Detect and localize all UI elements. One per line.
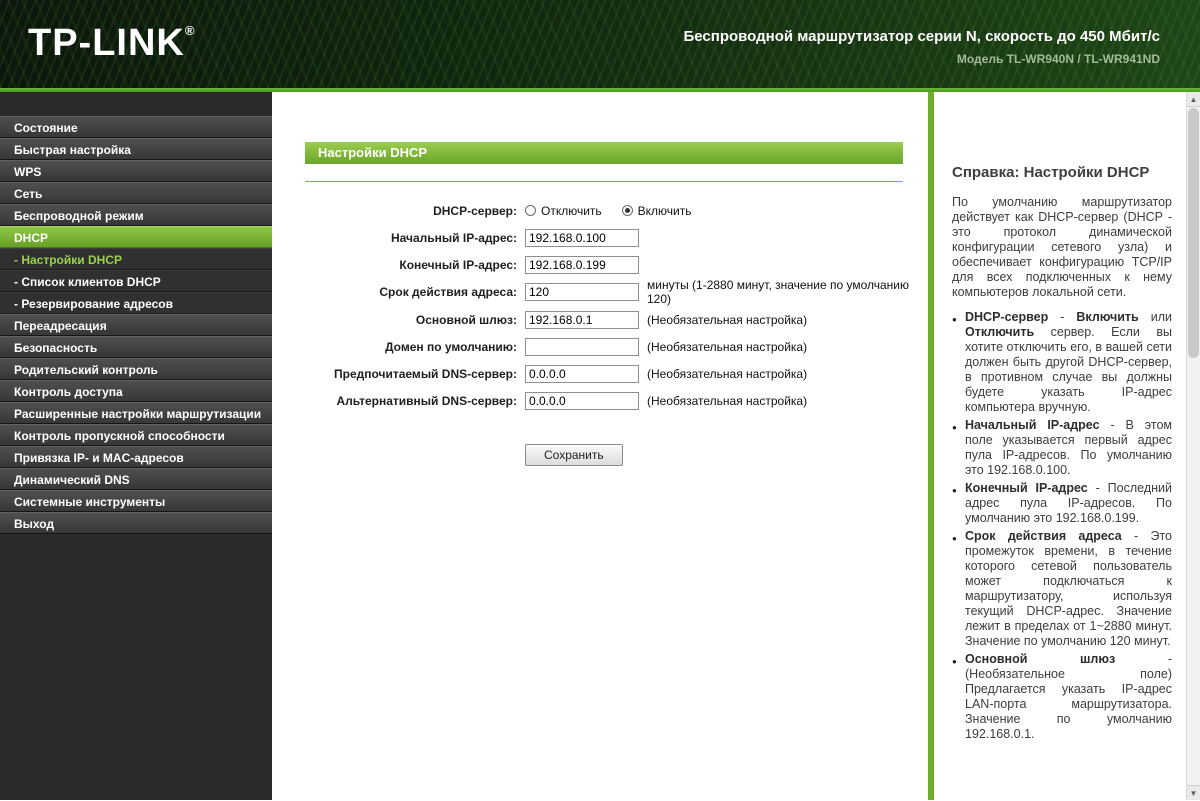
dhcp-server-options: Отключить Включить bbox=[525, 204, 928, 218]
scrollbar-thumb[interactable] bbox=[1188, 108, 1199, 358]
sidebar-item-dhcp-settings[interactable]: - Настройки DHCP bbox=[0, 248, 272, 270]
sidebar-item-wireless[interactable]: Беспроводной режим bbox=[0, 204, 272, 226]
dhcp-enable-radio[interactable]: Включить bbox=[621, 203, 692, 218]
dhcp-settings-form: DHCP-сервер: Отключить Включить Начальны… bbox=[305, 197, 928, 414]
router-admin-page: TP-LINK® Беспроводной маршрутизатор сери… bbox=[0, 0, 1200, 800]
help-item: DHCP-сервер - Включить или Отключить сер… bbox=[952, 310, 1172, 415]
sidebar-item-bandwidth-control[interactable]: Контроль пропускной способности bbox=[0, 424, 272, 446]
lease-time-input[interactable] bbox=[525, 283, 639, 301]
default-domain-row: Домен по умолчанию: (Необязательная наст… bbox=[305, 333, 928, 360]
sidebar-item-parental-control[interactable]: Родительский контроль bbox=[0, 358, 272, 380]
dhcp-enable-label: Включить bbox=[637, 203, 692, 218]
sidebar-item-ip-mac-binding[interactable]: Привязка IP- и MAC-адресов bbox=[0, 446, 272, 468]
sidebar-item-access-control[interactable]: Контроль доступа bbox=[0, 380, 272, 402]
sidebar-item-quick-setup[interactable]: Быстрая настройка bbox=[0, 138, 272, 160]
scroll-down-button[interactable]: ▼ bbox=[1187, 785, 1200, 800]
scrollbar[interactable]: ▲ ▼ bbox=[1186, 92, 1200, 800]
header-tagline: Беспроводной маршрутизатор серии N, скор… bbox=[683, 28, 1160, 45]
radio-unchecked-icon bbox=[525, 205, 536, 216]
default-domain-input[interactable] bbox=[525, 337, 639, 356]
gateway-hint: (Необязательная настройка) bbox=[647, 312, 808, 327]
lease-time-hint: минуты (1-2880 минут, значение по умолча… bbox=[647, 278, 909, 306]
sidebar-item-system-tools[interactable]: Системные инструменты bbox=[0, 490, 272, 512]
tplink-logo: TP-LINK® bbox=[28, 22, 195, 65]
title-rule bbox=[305, 181, 903, 182]
main-content: Настройки DHCP DHCP-сервер: Отключить Вк… bbox=[272, 92, 928, 800]
header-model: Модель TL-WR940N / TL-WR941ND bbox=[956, 52, 1160, 66]
primary-dns-row: Предпочитаемый DNS-сервер: (Необязательн… bbox=[305, 360, 928, 387]
dhcp-disable-label: Отключить bbox=[541, 203, 602, 218]
sidebar-item-status[interactable]: Состояние bbox=[0, 116, 272, 138]
gateway-row: Основной шлюз: (Необязательная настройка… bbox=[305, 306, 928, 333]
help-panel: Справка: Настройки DHCP По умолчанию мар… bbox=[934, 92, 1186, 800]
save-button[interactable]: Сохранить bbox=[525, 444, 623, 466]
dhcp-server-row: DHCP-сервер: Отключить Включить bbox=[305, 197, 928, 224]
secondary-dns-label: Альтернативный DNS-сервер: bbox=[336, 393, 517, 408]
default-domain-hint: (Необязательная настройка) bbox=[647, 339, 808, 354]
lease-time-row: Срок действия адреса: минуты (1-2880 мин… bbox=[305, 278, 928, 306]
default-domain-label: Домен по умолчанию: bbox=[384, 339, 517, 354]
sidebar-menu: Состояние Быстрая настройка WPS Сеть Беспров… bbox=[0, 92, 272, 800]
secondary-dns-hint: (Необязательная настройка) bbox=[647, 393, 808, 408]
primary-dns-label: Предпочитаемый DNS-сервер: bbox=[334, 366, 517, 381]
form-actions: Сохранить bbox=[525, 444, 928, 466]
help-item: Срок действия адреса - Это промежуток вр… bbox=[952, 529, 1172, 649]
help-intro: По умолчанию маршрутизатор действует как… bbox=[952, 195, 1172, 299]
end-ip-label: Конечный IP-адрес: bbox=[399, 257, 517, 272]
logo-text: TP-LINK bbox=[28, 22, 185, 64]
help-title: Справка: Настройки DHCP bbox=[952, 164, 1150, 181]
sidebar-item-advanced-routing[interactable]: Расширенные настройки маршрутизации bbox=[0, 402, 272, 424]
sidebar-item-logout[interactable]: Выход bbox=[0, 512, 272, 534]
registered-mark-icon: ® bbox=[184, 23, 196, 38]
primary-dns-hint: (Необязательная настройка) bbox=[647, 366, 808, 381]
page-title: Настройки DHCP bbox=[305, 142, 903, 164]
sidebar-item-forwarding[interactable]: Переадресация bbox=[0, 314, 272, 336]
lease-time-label: Срок действия адреса: bbox=[379, 285, 517, 299]
gateway-label: Основной шлюз: bbox=[415, 312, 517, 327]
primary-dns-input[interactable] bbox=[525, 364, 639, 383]
gateway-input[interactable] bbox=[525, 310, 639, 329]
end-ip-row: Конечный IP-адрес: bbox=[305, 251, 928, 278]
secondary-dns-input[interactable] bbox=[525, 391, 639, 410]
dhcp-disable-radio[interactable]: Отключить bbox=[525, 204, 602, 218]
sidebar-item-wps[interactable]: WPS bbox=[0, 160, 272, 182]
help-item: Начальный IP-адрес - В этом поле указыва… bbox=[952, 418, 1172, 478]
dhcp-server-label: DHCP-сервер: bbox=[433, 203, 517, 218]
header: TP-LINK® Беспроводной маршрутизатор сери… bbox=[0, 0, 1200, 88]
end-ip-input[interactable] bbox=[525, 255, 639, 274]
sidebar-item-network[interactable]: Сеть bbox=[0, 182, 272, 204]
secondary-dns-row: Альтернативный DNS-сервер: (Необязательн… bbox=[305, 387, 928, 414]
main-area: Состояние Быстрая настройка WPS Сеть Беспров… bbox=[0, 92, 1200, 800]
sidebar-item-security[interactable]: Безопасность bbox=[0, 336, 272, 358]
start-ip-input[interactable] bbox=[525, 228, 639, 247]
radio-checked-icon bbox=[621, 205, 633, 216]
start-ip-label: Начальный IP-адрес: bbox=[390, 230, 517, 245]
header-info: Беспроводной маршрутизатор серии N, скор… bbox=[683, 28, 1160, 66]
sidebar-item-address-reservation[interactable]: - Резервирование адресов bbox=[0, 292, 272, 314]
sidebar-item-dhcp[interactable]: DHCP bbox=[0, 226, 272, 248]
help-item: Конечный IP-адрес - Последний адрес пула… bbox=[952, 481, 1172, 526]
help-list: DHCP-сервер - Включить или Отключить сер… bbox=[952, 310, 1172, 742]
sidebar-item-dhcp-clients-list[interactable]: - Список клиентов DHCP bbox=[0, 270, 272, 292]
start-ip-row: Начальный IP-адрес: bbox=[305, 224, 928, 251]
sidebar-item-dynamic-dns[interactable]: Динамический DNS bbox=[0, 468, 272, 490]
help-item: Основной шлюз - (Необязательное поле) Пр… bbox=[952, 652, 1172, 742]
scroll-up-button[interactable]: ▲ bbox=[1187, 92, 1200, 107]
